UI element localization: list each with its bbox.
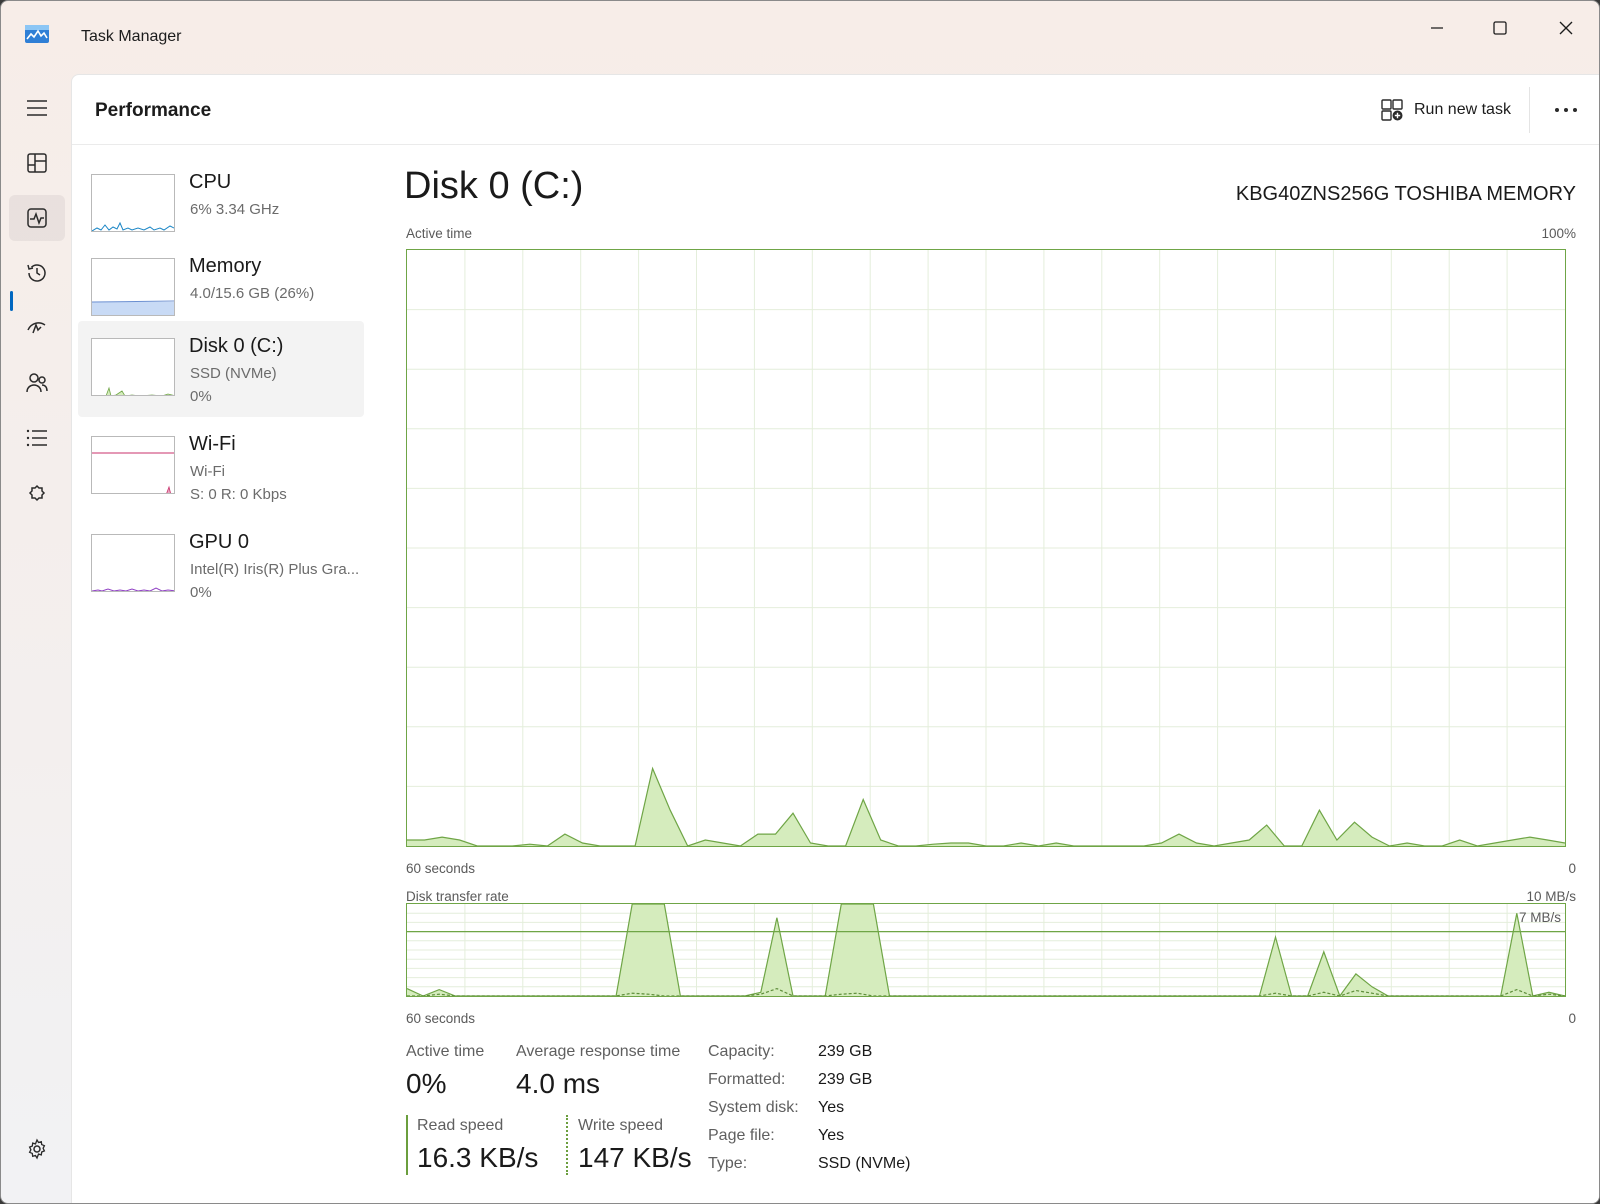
nav-item-performance[interactable]	[9, 195, 65, 241]
details-icon	[26, 429, 47, 447]
nav-item-app-history[interactable]	[9, 250, 65, 296]
transfer-rate-graph-x-left: 60 seconds	[406, 1011, 476, 1026]
maximize-icon	[1493, 21, 1507, 35]
settings-icon	[28, 1138, 46, 1160]
transfer-rate-graph-x-right: 0	[1568, 1011, 1576, 1026]
nav-item-users[interactable]	[9, 360, 65, 406]
system-disk-value: Yes	[818, 1099, 845, 1116]
close-button[interactable]	[1543, 9, 1589, 47]
task-manager-logo-icon	[25, 25, 49, 45]
active-time-graph-max: 100%	[1541, 226, 1576, 241]
transfer-rate-graph-max: 10 MB/s	[1526, 889, 1576, 904]
content-panel: Performance Run new task CPU 6% 3.34 GHz…	[71, 74, 1599, 1203]
read-speed-value: 16.3 KB/s	[417, 1142, 539, 1173]
write-speed-label: Write speed	[578, 1117, 664, 1134]
users-icon	[26, 373, 48, 393]
nav-item-processes[interactable]	[9, 140, 65, 186]
resource-subtitle: 4.0/15.6 GB (26%)	[190, 285, 315, 302]
page-title: Performance	[95, 100, 212, 121]
resource-subtitle: Intel(R) Iris(R) Plus Gra...	[190, 561, 360, 578]
hamburger-menu-button[interactable]	[9, 85, 65, 131]
memory-thumbnail-graph	[91, 258, 175, 316]
resource-item-gpu-0[interactable]: GPU 0 Intel(R) Iris(R) Plus Gra... 0%	[78, 517, 364, 613]
page-file-value: Yes	[818, 1127, 845, 1144]
active-time-graph-x-right: 0	[1568, 861, 1576, 876]
title-bar: Task Manager	[1, 1, 1599, 73]
write-speed-value: 147 KB/s	[578, 1142, 692, 1173]
services-icon	[28, 484, 46, 502]
command-bar-divider	[1529, 87, 1530, 133]
resource-name: CPU	[189, 171, 232, 193]
active-time-value: 0%	[406, 1068, 447, 1099]
run-new-task-icon	[1381, 99, 1403, 121]
disk-title: Disk 0 (C:)	[404, 165, 584, 207]
run-new-task-button[interactable]: Run new task	[1372, 93, 1519, 127]
task-manager-window: Task Manager Performance Run new task CP…	[0, 0, 1600, 1204]
minimize-icon	[1431, 27, 1443, 29]
read-speed-label: Read speed	[417, 1117, 504, 1134]
nav-item-services[interactable]	[9, 470, 65, 516]
more-options-button[interactable]	[1542, 93, 1590, 127]
resource-usage: S: 0 R: 0 Kbps	[190, 486, 287, 503]
system-disk-key: System disk:	[708, 1099, 799, 1116]
transfer-rate-graph: 7 MB/s	[406, 903, 1566, 997]
app-history-icon	[27, 264, 46, 282]
run-new-task-label: Run new task	[1414, 101, 1511, 118]
command-bar: Performance Run new task	[72, 75, 1599, 145]
active-time-label: Active time	[406, 1043, 485, 1060]
resource-item-cpu[interactable]: CPU 6% 3.34 GHz	[78, 157, 364, 253]
left-navigation	[1, 81, 71, 1201]
startup-apps-icon	[27, 322, 46, 334]
read-speed-legend-line	[406, 1115, 408, 1175]
resource-name: GPU 0	[189, 531, 250, 553]
wifi-thumbnail-graph	[91, 436, 175, 494]
formatted-key: Formatted:	[708, 1071, 786, 1088]
maximize-button[interactable]	[1477, 9, 1523, 47]
gpu-thumbnail-graph	[91, 534, 175, 592]
type-value: SSD (NVMe)	[818, 1155, 911, 1172]
resource-item-wifi[interactable]: Wi-Fi Wi-Fi S: 0 R: 0 Kbps	[78, 419, 364, 515]
capacity-key: Capacity:	[708, 1043, 775, 1060]
resource-subtitle: SSD (NVMe)	[190, 365, 277, 382]
processes-icon	[27, 153, 47, 173]
resource-subtitle: Wi-Fi	[190, 463, 225, 480]
active-time-graph-x-left: 60 seconds	[406, 861, 476, 876]
disk-model: KBG40ZNS256G TOSHIBA MEMORY	[1235, 183, 1576, 205]
nav-item-details[interactable]	[9, 415, 65, 461]
resource-usage: 0%	[190, 584, 212, 601]
cpu-thumbnail-graph	[91, 174, 175, 232]
resource-usage: 0%	[190, 388, 212, 405]
disk-thumbnail-graph	[91, 338, 175, 396]
active-time-graph	[406, 249, 1566, 847]
nav-item-settings[interactable]	[9, 1126, 65, 1172]
page-file-key: Page file:	[708, 1127, 775, 1144]
capacity-value: 239 GB	[818, 1043, 873, 1060]
window-title: Task Manager	[81, 28, 182, 45]
write-speed-legend-line	[566, 1115, 568, 1175]
nav-item-startup-apps[interactable]	[9, 305, 65, 351]
type-key: Type:	[708, 1155, 748, 1172]
transfer-rate-graph-label: Disk transfer rate	[406, 889, 509, 904]
performance-icon	[27, 208, 47, 228]
active-time-graph-label: Active time	[406, 226, 473, 241]
transfer-rate-reference-label: 7 MB/s	[1518, 910, 1561, 925]
close-icon	[1559, 21, 1573, 35]
resource-item-disk-0[interactable]: Disk 0 (C:) SSD (NVMe) 0%	[78, 321, 364, 417]
minimize-button[interactable]	[1414, 9, 1460, 47]
resource-name: Disk 0 (C:)	[189, 335, 284, 357]
formatted-value: 239 GB	[818, 1071, 873, 1088]
avg-response-value: 4.0 ms	[516, 1068, 601, 1099]
ellipsis-icon	[1555, 108, 1577, 112]
resource-name: Wi-Fi	[189, 433, 236, 455]
hamburger-menu-icon	[27, 100, 47, 116]
avg-response-label: Average response time	[516, 1043, 681, 1060]
resource-subtitle: 6% 3.34 GHz	[190, 201, 280, 218]
resource-name: Memory	[189, 255, 262, 277]
